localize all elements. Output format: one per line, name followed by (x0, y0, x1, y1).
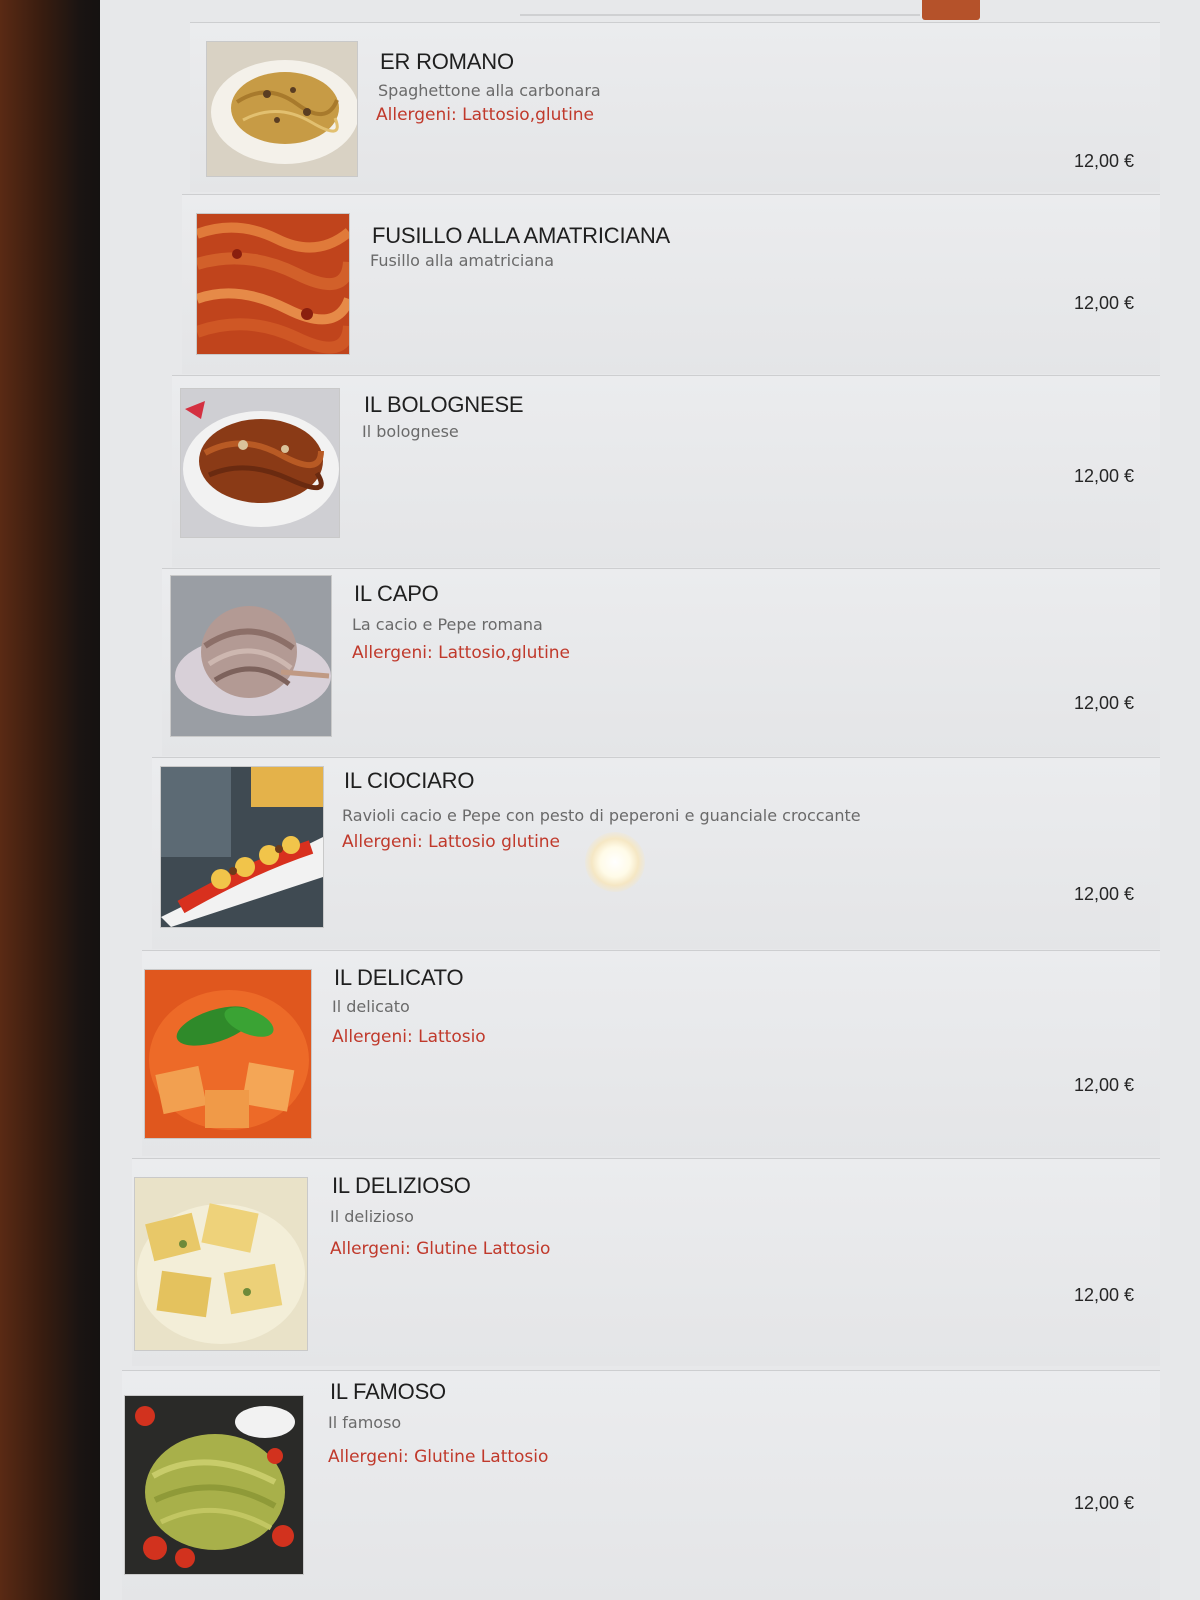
ravioli-cream-sauce-photo (134, 1177, 308, 1351)
cacio-e-pepe-photo (170, 575, 332, 737)
item-name: IL CIOCIARO (344, 768, 475, 793)
item-description: Il bolognese (362, 422, 459, 441)
spaghetti-carbonara-photo (206, 41, 358, 177)
item-name: FUSILLO ALLA AMATRICIANA (372, 223, 671, 248)
menu-item-il-ciociaro[interactable]: IL CIOCIARO Ravioli cacio e Pepe con pes… (152, 757, 1160, 949)
menu-item-fusillo-alla-amatriciana[interactable]: FUSILLO ALLA AMATRICIANA Fusillo alla am… (182, 194, 1160, 374)
item-name: IL FAMOSO (330, 1379, 446, 1404)
item-price: 12,00 € (1073, 1075, 1134, 1095)
ravioli-tomato-basil-photo (144, 969, 312, 1139)
menu-item-il-bolognese[interactable]: IL BOLOGNESE Il bolognese 12,00 € (172, 375, 1160, 567)
item-allergens: Allergeni: Lattosio,glutine (352, 643, 571, 663)
menu-item-er-romano[interactable]: ER ROMANO Spaghettone alla carbonara All… (190, 22, 1160, 192)
item-description: Fusillo alla amatriciana (370, 251, 555, 270)
item-price: 12,00 € (1073, 1285, 1134, 1305)
menu-list: ER ROMANO Spaghettone alla carbonara All… (100, 0, 1200, 1600)
item-description: Ravioli cacio e Pepe con pesto di pepero… (342, 806, 861, 825)
item-allergens: Allergeni: Glutine Lattosio (330, 1239, 551, 1259)
ravioli-peperoni-photo (160, 766, 324, 928)
item-name: IL DELICATO (334, 965, 464, 990)
item-description: Spaghettone alla carbonara (378, 81, 601, 100)
menu-item-il-famoso[interactable]: IL FAMOSO Il famoso Allergeni: Glutine L… (122, 1370, 1160, 1600)
menu-item-il-delicato[interactable]: IL DELICATO Il delicato Allergeni: Latto… (142, 950, 1160, 1156)
item-price: 12,00 € (1073, 884, 1134, 904)
item-description: La cacio e Pepe romana (352, 615, 543, 634)
item-description: Il delicato (332, 997, 410, 1016)
item-price: 12,00 € (1073, 151, 1134, 171)
item-name: IL BOLOGNESE (364, 392, 524, 417)
pesto-pasta-tomatoes-photo (124, 1395, 304, 1575)
item-price: 12,00 € (1073, 1493, 1134, 1513)
device-bezel (0, 0, 110, 1600)
item-name: ER ROMANO (380, 49, 514, 74)
item-name: IL DELIZIOSO (332, 1173, 471, 1198)
item-allergens: Allergeni: Glutine Lattosio (328, 1447, 549, 1467)
menu-item-il-delizioso[interactable]: IL DELIZIOSO Il delizioso Allergeni: Glu… (132, 1158, 1160, 1366)
item-description: Il famoso (328, 1413, 402, 1432)
tagliatelle-bolognese-photo (180, 388, 340, 538)
menu-item-il-capo[interactable]: IL CAPO La cacio e Pepe romana Allergeni… (162, 568, 1160, 756)
item-allergens: Allergeni: Lattosio glutine (342, 832, 561, 852)
fusilli-amatriciana-photo (196, 213, 350, 355)
screen-glare (585, 832, 645, 892)
item-allergens: Allergeni: Lattosio,glutine (376, 105, 595, 125)
item-price: 12,00 € (1073, 693, 1134, 713)
item-price: 12,00 € (1073, 466, 1134, 486)
item-allergens: Allergeni: Lattosio (332, 1027, 486, 1047)
item-price: 12,00 € (1073, 293, 1134, 313)
item-name: IL CAPO (354, 581, 439, 606)
menu-screen: ER ROMANO Spaghettone alla carbonara All… (100, 0, 1200, 1600)
item-description: Il delizioso (330, 1207, 414, 1226)
